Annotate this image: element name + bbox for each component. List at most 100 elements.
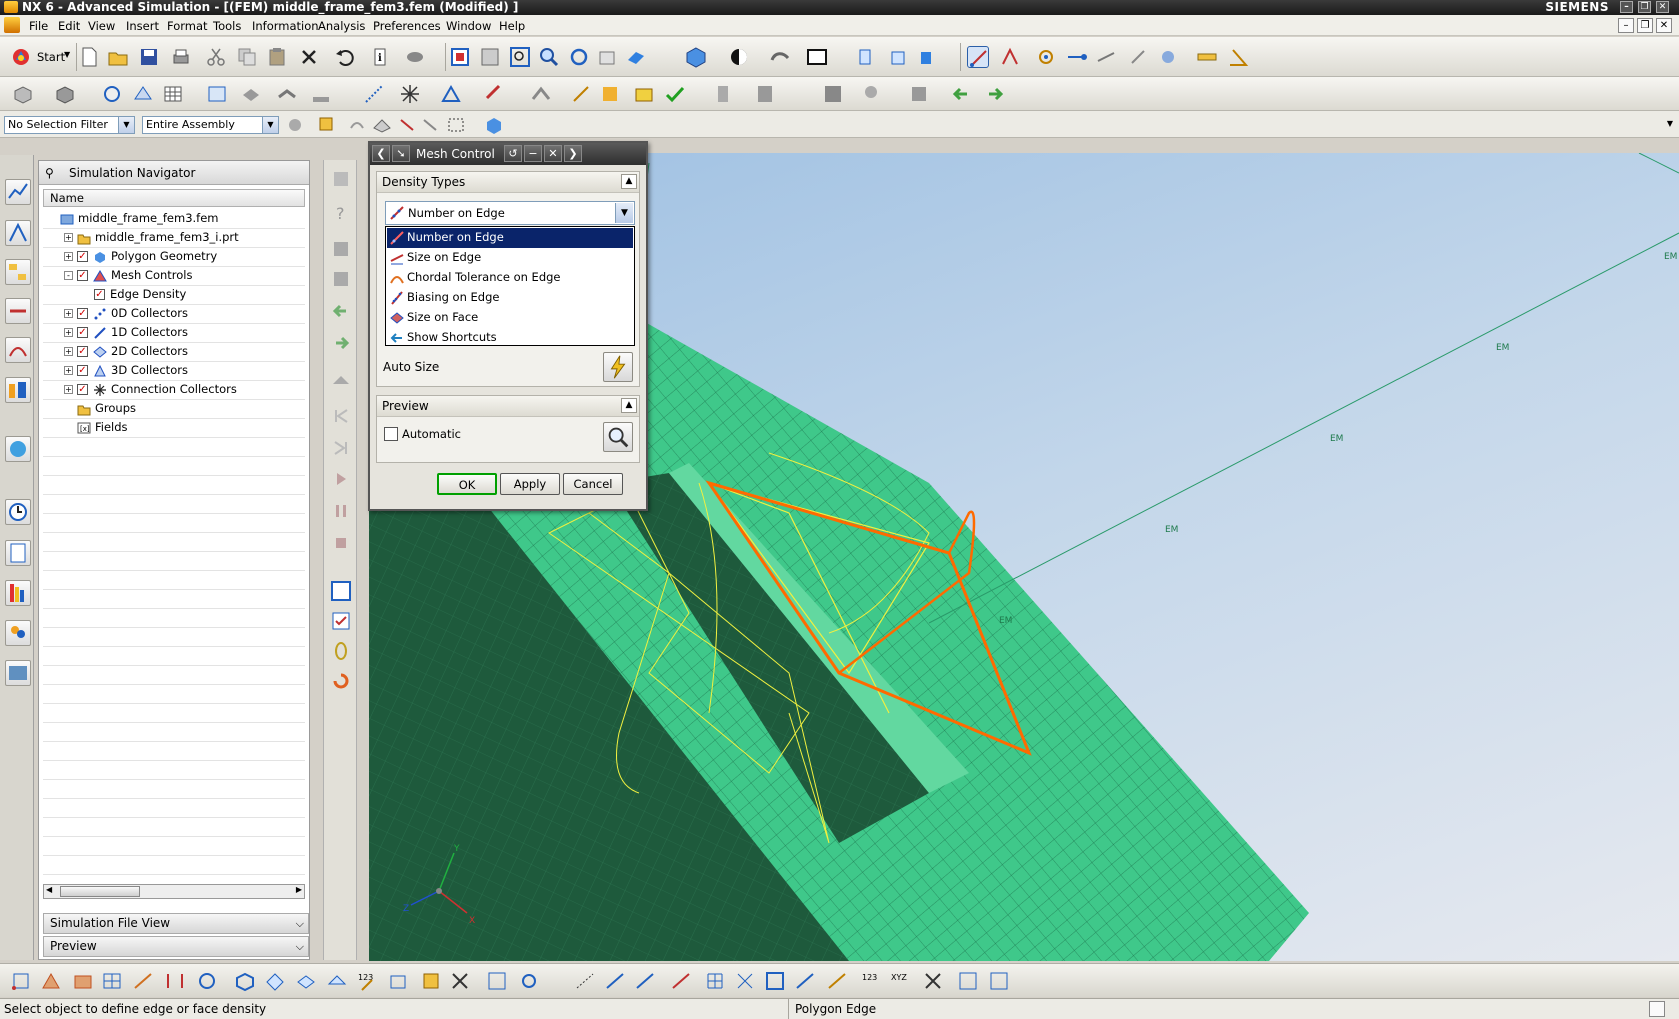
mesh-control-face-icon[interactable] [295,970,317,992]
paste-icon[interactable] [266,46,288,68]
menu-format[interactable]: Format [167,19,208,33]
cut-icon[interactable] [205,46,227,68]
select-feature-icon[interactable] [999,46,1021,68]
menu-tools[interactable]: Tools [213,19,241,33]
visibility-checkbox[interactable]: ✓ [94,289,105,300]
select-type-icon[interactable] [316,114,338,136]
start-button-label[interactable]: Start [37,50,65,64]
chevron-down-icon[interactable]: ▼ [118,117,134,133]
cancel-button[interactable]: Cancel [563,473,623,495]
edge-density-icon[interactable] [484,83,506,105]
visibility-checkbox[interactable]: ✓ [77,327,88,338]
menu-view[interactable]: View [88,19,115,33]
close-window-button[interactable]: ✕ [1656,1,1669,13]
chevron-down-icon[interactable]: ⌵ [296,914,304,933]
collapse-section-icon[interactable]: ▲ [621,398,637,413]
save-icon[interactable] [138,46,160,68]
tree-row[interactable]: - ✓ Mesh Controls [43,266,305,286]
element-split-icon[interactable] [734,970,756,992]
3d-tet-mesh-icon[interactable] [40,970,62,992]
node-delete-icon[interactable] [922,970,944,992]
snap-quadrant-icon[interactable] [1157,46,1179,68]
new-file-icon[interactable] [78,46,100,68]
option-size-on-face[interactable]: Size on Face [387,308,633,328]
reuse-library-tab-icon[interactable] [5,337,31,363]
connection-icon[interactable] [399,83,421,105]
delete-icon[interactable] [298,46,320,68]
restore-window-button[interactable]: ❐ [1638,1,1651,13]
select-solid-icon[interactable] [483,114,505,136]
edit-text-icon[interactable] [330,238,352,260]
duplicate-nodes-icon[interactable] [633,83,655,105]
tree-row[interactable]: + ✓ 2D Collectors [43,342,305,362]
display-icon[interactable] [822,83,844,105]
summary-icon[interactable] [712,83,734,105]
visibility-checkbox[interactable]: ✓ [77,384,88,395]
rotate-icon[interactable] [568,46,590,68]
collapse-left-icon[interactable]: ❮ [372,145,390,162]
select-body-icon[interactable] [371,114,393,136]
select-edges-icon[interactable] [419,114,441,136]
open-folder-icon[interactable] [107,46,129,68]
automatic-checkbox[interactable] [384,427,398,441]
render-style-icon[interactable] [728,46,750,68]
part-icon[interactable] [12,83,34,105]
shading-icon[interactable] [769,46,791,68]
play-icon[interactable] [330,468,352,490]
work-view-icon[interactable] [856,46,878,68]
element-rotate-icon[interactable] [518,970,540,992]
history-tab-icon[interactable] [5,499,31,525]
refresh-icon[interactable] [330,670,352,692]
tree-row[interactable]: + ✓ 1D Collectors [43,323,305,343]
step-back-icon[interactable] [330,300,352,322]
collapse-icon[interactable]: - [64,271,73,280]
node-coordinates-icon[interactable]: XYZ [890,970,912,992]
dialog-tool-icon[interactable] [330,168,352,190]
preview-section-header[interactable]: Preview ▲ [377,396,639,417]
node-move-icon[interactable] [826,970,848,992]
name-column-header[interactable]: Name [43,189,305,207]
element-delete-icon[interactable] [449,970,471,992]
snap-midpoint-icon[interactable] [1095,46,1117,68]
collapse-section-icon[interactable]: ▲ [621,174,637,189]
simulation-file-view-panel[interactable]: Simulation File View ⌵ [43,913,309,934]
select-undo-icon[interactable] [346,114,368,136]
minimize-dialog-icon[interactable]: − [524,145,542,162]
edit-annotation-icon[interactable] [330,268,352,290]
assembly-navigator-tab-icon[interactable] [5,259,31,285]
print-icon[interactable] [170,46,192,68]
menu-window[interactable]: Window [446,19,491,33]
tree-row[interactable]: middle_frame_fem3.fem [43,209,305,229]
pin-icon[interactable]: ⚲ [45,161,54,185]
element-translate-icon[interactable] [486,970,508,992]
constraint-navigator-tab-icon[interactable] [5,298,31,324]
zoom-fit-icon[interactable] [509,46,531,68]
measure-distance-icon[interactable] [1196,46,1218,68]
hd3d-tools-tab-icon[interactable] [5,377,31,403]
visibility-checkbox[interactable]: ✓ [77,365,88,376]
animation-icon[interactable] [330,370,352,392]
2d-mesh-icon[interactable] [101,970,123,992]
surface-coat-icon[interactable] [234,970,256,992]
density-types-header[interactable]: Density Types ▲ [377,172,639,193]
expand-icon[interactable]: + [64,309,73,318]
color-square-icon[interactable] [330,580,352,602]
tree-row[interactable]: + ✓ Connection Collectors [43,380,305,400]
fit-view-icon[interactable] [449,46,471,68]
hide-icon[interactable] [908,83,930,105]
stop-icon[interactable] [330,532,352,554]
tree-row[interactable]: + ✓ 0D Collectors [43,304,305,324]
node-align-icon[interactable] [794,970,816,992]
visibility-checkbox[interactable]: ✓ [77,308,88,319]
select-edge-icon[interactable] [967,46,989,68]
visibility-checkbox[interactable]: ✓ [77,270,88,281]
link-icon[interactable] [330,640,352,662]
3d-swept-mesh-icon[interactable] [72,970,94,992]
start-icon[interactable] [10,46,32,68]
perspective-icon[interactable] [625,46,647,68]
visibility-checkbox[interactable]: ✓ [77,251,88,262]
node-renumber-icon[interactable]: 123 [860,970,882,992]
select-faces-icon[interactable] [396,114,418,136]
finite-element-model-check-icon[interactable] [664,83,686,105]
visibility-checkbox[interactable]: ✓ [77,346,88,357]
